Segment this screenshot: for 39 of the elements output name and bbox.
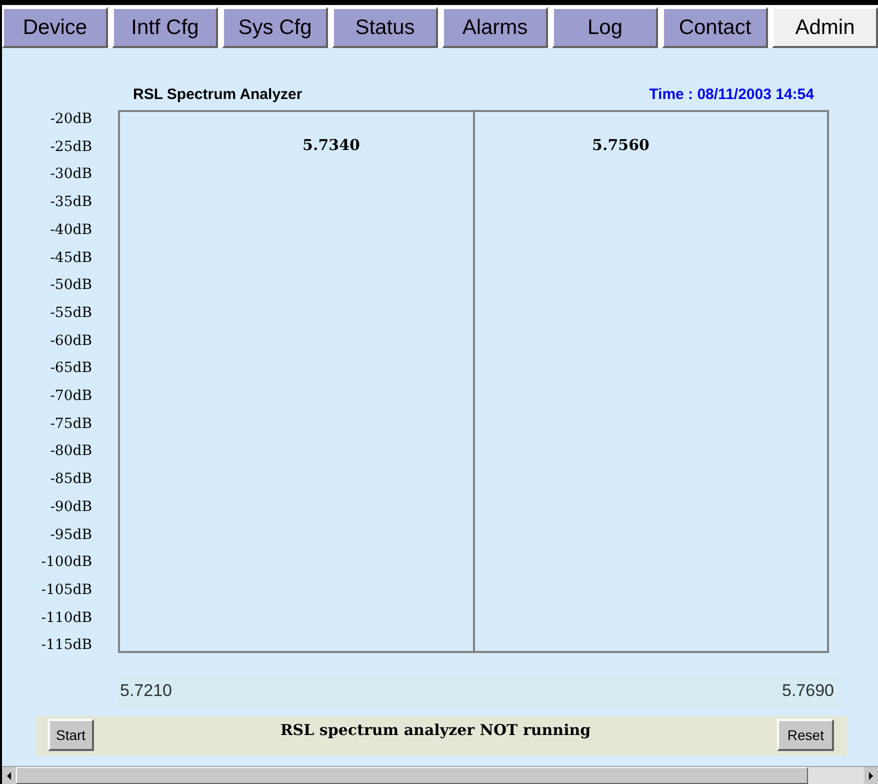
- axis-label: -65dB: [50, 359, 92, 378]
- start-button[interactable]: Start: [48, 719, 94, 752]
- axis-label: -25dB: [50, 138, 92, 157]
- axis-label: -50dB: [50, 276, 92, 296]
- axis-label: -115dB: [41, 636, 92, 656]
- scroll-right-icon[interactable]: [864, 767, 878, 784]
- status-message: RSL spectrum analyzer NOT running: [280, 720, 591, 742]
- axis-label: -45dB: [50, 248, 92, 268]
- axis-label: -75dB: [50, 414, 92, 434]
- nav-tab[interactable]: Intf Cfg: [112, 7, 218, 48]
- marker-label: 5.7560: [592, 135, 650, 154]
- reset-button[interactable]: Reset: [777, 719, 834, 752]
- timestamp: Time : 08/11/2003 14:54: [649, 84, 814, 104]
- axis-label: 5.7690: [782, 680, 834, 702]
- axis-label: -70dB: [50, 387, 92, 406]
- nav-tab[interactable]: Sys Cfg: [222, 7, 328, 48]
- nav-tab[interactable]: Alarms: [442, 7, 548, 48]
- nav-tab[interactable]: Admin: [772, 7, 878, 48]
- axis-label: -90dB: [50, 498, 92, 517]
- axis-label: 5.7210: [120, 680, 172, 702]
- chart-title: RSL Spectrum Analyzer: [133, 84, 302, 104]
- axis-label: -55dB: [50, 304, 92, 323]
- axis-label: -110dB: [41, 608, 92, 628]
- scroll-left-icon[interactable]: [2, 767, 16, 784]
- axis-label: -30dB: [50, 165, 92, 184]
- nav-tab[interactable]: Device: [2, 7, 108, 48]
- axis-label: -35dB: [50, 193, 92, 212]
- nav-tab[interactable]: Status: [332, 7, 438, 48]
- axis-label: -100dB: [41, 553, 92, 572]
- axis-label: -40dB: [50, 220, 92, 240]
- nav-tab[interactable]: Log: [552, 7, 658, 48]
- axis-label: -85dB: [50, 470, 92, 490]
- marker-label: 5.7340: [302, 135, 360, 154]
- nav-tab[interactable]: Contact: [662, 7, 768, 48]
- axis-label: -95dB: [50, 526, 92, 545]
- axis-label: -105dB: [41, 580, 92, 600]
- axis-label: -80dB: [50, 442, 92, 462]
- axis-label: -20dB: [50, 110, 92, 129]
- axis-label: -60dB: [50, 332, 92, 351]
